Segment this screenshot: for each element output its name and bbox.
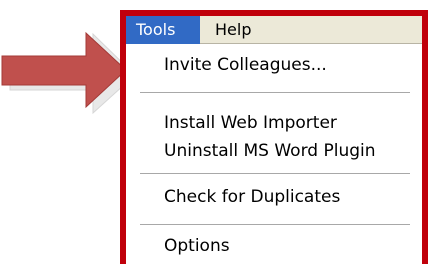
menu-item-install-web-importer[interactable]: Install Web Importer: [164, 110, 337, 136]
menu-help[interactable]: Help: [205, 16, 265, 44]
tools-dropdown-menu: Invite Colleagues... Install Web Importe…: [126, 44, 422, 274]
menu-bar: Tools Help: [126, 16, 422, 44]
menu-separator: [140, 224, 410, 225]
menu-item-options[interactable]: Options: [164, 233, 230, 259]
menu-tools[interactable]: Tools: [126, 16, 200, 44]
menu-separator: [140, 92, 410, 93]
menu-item-invite-colleagues[interactable]: Invite Colleagues...: [164, 52, 327, 78]
menu-item-check-for-duplicates[interactable]: Check for Duplicates: [164, 184, 340, 210]
menu-item-uninstall-ms-word-plugin[interactable]: Uninstall MS Word Plugin: [164, 138, 376, 164]
menu-separator: [140, 173, 410, 174]
tools-menu-highlight-frame: Tools Help Invite Colleagues... Install …: [120, 10, 428, 274]
